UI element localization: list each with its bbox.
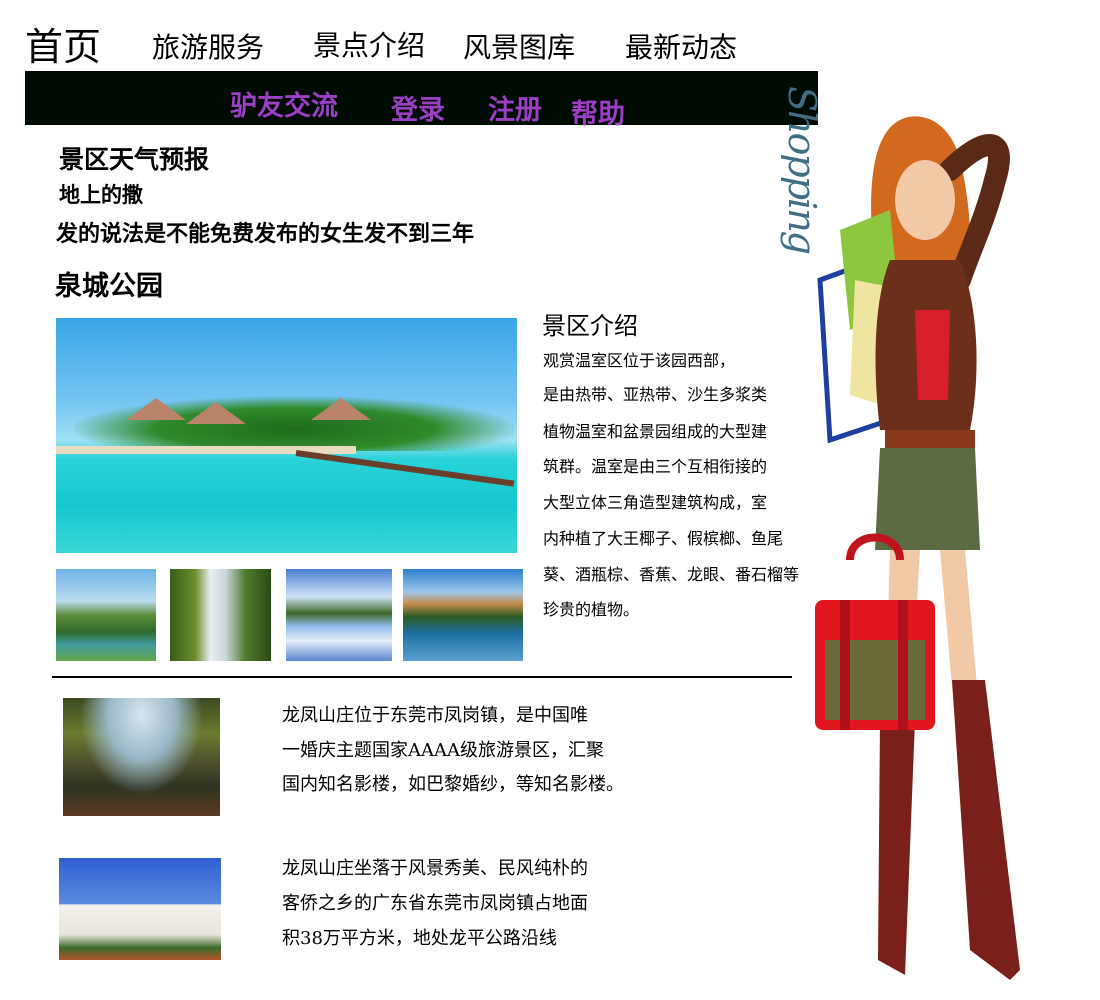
gallery-thumbnail-alpine-lake[interactable] — [403, 569, 523, 661]
nav-help-link[interactable]: 帮助 — [571, 92, 625, 131]
weather-heading: 景区天气预报 — [59, 145, 210, 174]
nav-login-link[interactable]: 登录 — [391, 88, 445, 127]
gallery-thumbnail-mountain-lake[interactable] — [56, 569, 156, 661]
gallery-thumbnail-waterfall[interactable] — [170, 569, 271, 661]
scenic-intro-heading: 景区介绍 — [542, 312, 638, 340]
shopping-woman-illustration — [815, 116, 1020, 980]
intro-text-line: 筑群。温室是由三个互相衔接的 — [543, 457, 768, 476]
main-island-photo — [56, 318, 517, 553]
article-photo-castle — [59, 858, 221, 960]
intro-text-line: 葵、酒瓶棕、香蕉、龙眼、番石榴等 — [543, 565, 800, 584]
article-text-line: 国内知名影楼，如巴黎婚纱，等知名影楼。 — [282, 774, 624, 795]
weather-text-line: 发的说法是不能免费发布的女生发不到三年 — [56, 222, 475, 247]
nav-home-link[interactable]: 首页 — [25, 16, 101, 71]
intro-text-line: 是由热带、亚热带、沙生多浆类 — [543, 385, 768, 404]
article-text-line: 龙凤山庄位于东莞市凤岗镇，是中国唯 — [282, 705, 588, 726]
nav-news-link[interactable]: 最新动态 — [625, 26, 737, 66]
nav-travel-service-link[interactable]: 旅游服务 — [152, 26, 264, 66]
park-heading: 泉城公园 — [55, 271, 163, 302]
article-photo-lake — [63, 698, 220, 816]
weather-text-line: 地上的撒 — [59, 183, 143, 207]
nav-gallery-link[interactable]: 风景图库 — [463, 26, 575, 66]
gallery-thumbnail-reflection[interactable] — [286, 569, 392, 661]
intro-text-line: 内种植了大王椰子、假槟榔、鱼尾 — [543, 529, 784, 548]
section-divider — [52, 676, 792, 678]
nav-forum-link[interactable]: 驴友交流 — [230, 84, 338, 123]
intro-text-line: 珍贵的植物。 — [543, 600, 640, 619]
article-text-line: 龙凤山庄坐落于风景秀美、民风纯朴的 — [282, 858, 588, 879]
intro-text-line: 植物温室和盆景园组成的大型建 — [543, 422, 768, 441]
article-text-line: 积38万平方米，地处龙平公路沿线 — [282, 928, 557, 949]
nav-register-link[interactable]: 注册 — [488, 88, 542, 127]
article-text-line: 客侨之乡的广东省东莞市凤岗镇占地面 — [282, 893, 588, 914]
nav-scenic-intro-link[interactable]: 景点介绍 — [313, 24, 425, 64]
intro-text-line: 观赏温室区位于该园西部， — [543, 351, 736, 370]
intro-text-line: 大型立体三角造型建筑构成，室 — [543, 493, 768, 512]
article-text-line: 一婚庆主题国家AAAA级旅游景区，汇聚 — [282, 740, 604, 761]
